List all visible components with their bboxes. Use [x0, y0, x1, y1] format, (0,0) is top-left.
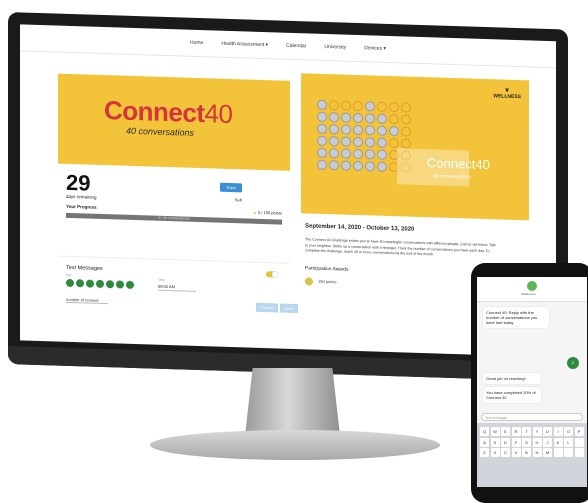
day-dot[interactable]	[106, 280, 114, 289]
keyboard-key[interactable]	[564, 448, 573, 457]
keyboard-keys: QWERTYUIOP ASDFGHJKL ZXCVBNM	[477, 423, 587, 461]
keyboard-key[interactable]	[574, 448, 584, 457]
monitor-stand	[245, 368, 340, 436]
message-bubble: You have completed 20% of Connect 40	[483, 387, 541, 403]
hero-image: ❦ WELLNESS Connect40 40 conversations	[301, 73, 529, 221]
keyboard-key[interactable]: Y	[532, 427, 542, 436]
keyboard-key[interactable]: H	[532, 437, 542, 447]
connect40-banner: Connect40 40 conversations	[58, 73, 290, 171]
keyboard-key[interactable]: S	[490, 437, 500, 447]
keyboard-key[interactable]: L	[564, 437, 573, 447]
keyboard-key[interactable]: U	[543, 427, 552, 436]
cancel-button[interactable]: Cancel	[256, 302, 278, 313]
nav-health-assessment[interactable]: Health Assessment ▾	[221, 41, 268, 48]
keyboard-key[interactable]: V	[511, 448, 521, 457]
award-check-icon	[305, 276, 313, 286]
phone-header: Wellsource	[477, 277, 587, 302]
day-dot[interactable]	[96, 279, 104, 289]
reviews-select[interactable]: number of reviews	[66, 296, 108, 305]
progress-bar: 0 / 40 conversations	[66, 212, 282, 225]
keyboard-key[interactable]: D	[501, 437, 510, 447]
challenge-detail: ❦ WELLNESS Connect40 40 conversations Sep…	[301, 73, 529, 292]
save-button[interactable]: Save	[280, 303, 298, 314]
keyboard-key[interactable]: A	[480, 437, 489, 447]
nav-devices[interactable]: Devices ▾	[364, 45, 386, 52]
keyboard-key[interactable]: B	[522, 448, 531, 457]
keyboard-key[interactable]: R	[511, 427, 521, 436]
days-remaining-count: 29	[66, 169, 91, 196]
challenge-description: The Connect 40 Challenge invites you to …	[305, 237, 496, 257]
text-messages-toggle[interactable]	[266, 271, 278, 278]
days-remaining-label: days remaining	[66, 193, 97, 200]
nav-calendar[interactable]: Calendar	[286, 43, 306, 50]
wellness-logo: ❦ WELLNESS	[493, 87, 521, 101]
hero-title: Connect40	[427, 155, 490, 173]
keyboard-key[interactable]: Z	[480, 448, 489, 457]
keyboard-key[interactable]: Q	[480, 427, 489, 436]
keyboard-key[interactable]: M	[543, 448, 552, 457]
top-nav: Home Health Assessment ▾ Calendar Univer…	[20, 24, 556, 69]
keyboard-key[interactable]: C	[501, 448, 510, 457]
message-bubble: Great job on reaching!	[483, 373, 541, 384]
keyboard-key[interactable]: E	[501, 427, 510, 436]
progress-label: Your Progress	[66, 203, 97, 210]
trophy-icon: ▲	[252, 209, 257, 215]
brand-subtitle: 40 conversations	[126, 125, 195, 138]
stats-panel: 29 days remaining Your Progress 0 / 40 c…	[58, 164, 290, 241]
contact-name: Wellsource	[521, 292, 536, 296]
keyboard-key[interactable]: F	[511, 437, 521, 447]
keyboard-key[interactable]: T	[522, 427, 531, 436]
day-dot[interactable]	[76, 279, 84, 288]
phone: Wellsource Connect 40: Reply with the nu…	[471, 263, 588, 503]
message-input[interactable]: Text message	[481, 413, 583, 421]
keyboard: QWERTYUIOP ASDFGHJKL ZXCVBNM	[477, 423, 587, 487]
keyboard-key[interactable]: O	[564, 427, 573, 436]
phone-screen: Wellsource Connect 40: Reply with the nu…	[477, 277, 587, 487]
reply-bubble: 2	[567, 357, 579, 369]
track-button[interactable]: Track	[220, 182, 242, 193]
nav-university[interactable]: University	[324, 44, 346, 51]
message-bubble: Connect 40: Reply with the number of con…	[483, 307, 549, 328]
contact-avatar-icon	[527, 281, 537, 291]
hero-subtitle: 40 conversations	[433, 173, 471, 181]
keyboard-key[interactable]: I	[553, 427, 563, 436]
text-messages-title: Text Messages	[66, 264, 103, 272]
keyboard-key[interactable]: J	[543, 437, 552, 447]
keyboard-key[interactable]	[553, 448, 563, 457]
day-label: Day	[66, 272, 72, 277]
keyboard-key[interactable]: G	[522, 437, 531, 447]
day-selector	[66, 278, 134, 289]
keyboard-key[interactable]: K	[553, 437, 563, 447]
time-select[interactable]: 09:00 AM	[158, 283, 196, 292]
text-messages-panel: Text Messages Day Time 09:00 AM number o…	[58, 255, 298, 340]
brand-title: Connect40	[104, 95, 233, 130]
keyboard-key[interactable]: X	[490, 448, 500, 457]
keyboard-key[interactable]: N	[532, 448, 542, 457]
day-dot[interactable]	[66, 278, 74, 288]
keyboard-key[interactable]	[574, 437, 584, 447]
nav-home[interactable]: Home	[190, 40, 203, 46]
scene: Home Health Assessment ▾ Calendar Univer…	[0, 0, 588, 503]
day-dot[interactable]	[126, 280, 134, 289]
day-dot[interactable]	[116, 280, 124, 289]
challenge-dates: September 14, 2020 - October 13, 2020	[305, 223, 415, 233]
keyboard-key[interactable]: W	[490, 427, 500, 436]
time-label: Time	[158, 277, 165, 282]
progress-text: 0 / 40 conversations	[158, 215, 190, 221]
keyboard-key[interactable]: P	[574, 427, 584, 436]
monitor-base	[150, 430, 440, 460]
points-status: ▲ 0 / 150 points	[252, 209, 282, 216]
sub-label: Sub	[234, 197, 242, 203]
challenge-card: Connect40 40 conversations 29 days remai…	[58, 73, 298, 340]
day-dot[interactable]	[86, 279, 94, 288]
